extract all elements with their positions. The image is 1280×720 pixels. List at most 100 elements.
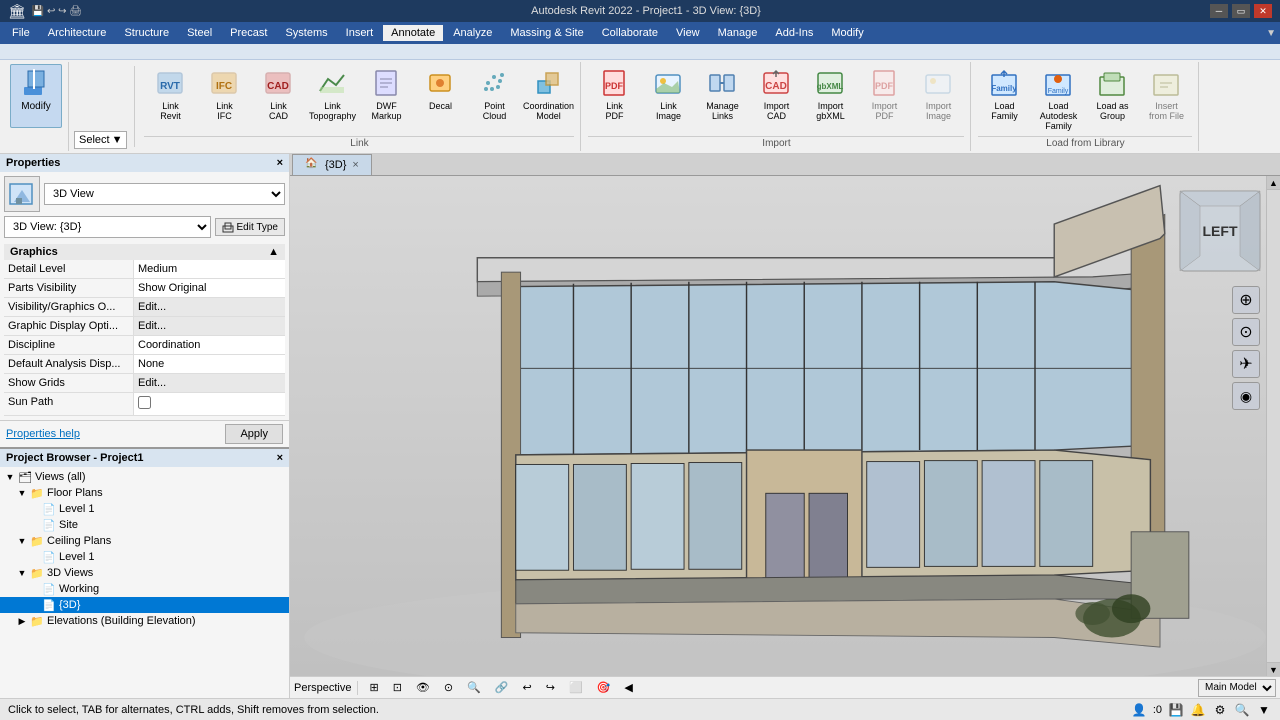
load-as-group-button[interactable]: Load asGroup xyxy=(1086,64,1138,128)
load-family-button[interactable]: Family LoadFamily xyxy=(978,64,1030,128)
section-collapse[interactable]: ▲ xyxy=(268,246,279,258)
decal-icon xyxy=(424,67,456,99)
link-cad-button[interactable]: CAD LinkCAD xyxy=(252,64,304,128)
bottom-icon-4[interactable]: ⊙ xyxy=(439,679,458,696)
browser-level1-plan[interactable]: ▶ 📄 Level 1 xyxy=(0,501,289,517)
menu-analyze[interactable]: Analyze xyxy=(445,25,500,41)
menu-precast[interactable]: Precast xyxy=(222,25,275,41)
status-icon-4[interactable]: 🔍 xyxy=(1234,702,1250,718)
viewport-canvas[interactable]: LEFT ⊕ ⊙ ✈ ◉ ▲ ▼ xyxy=(290,176,1280,676)
link-topography-button[interactable]: LinkTopography xyxy=(306,64,358,128)
menu-annotate[interactable]: Annotate xyxy=(383,25,443,41)
site-plan-label: Site xyxy=(59,519,78,531)
import-image-button[interactable]: ImportImage xyxy=(912,64,964,128)
status-icon-5[interactable]: ▼ xyxy=(1256,702,1272,718)
bottom-icon-11[interactable]: ◀ xyxy=(619,679,637,696)
orbit-button[interactable]: ⊕ xyxy=(1232,286,1260,314)
menu-view[interactable]: View xyxy=(668,25,708,41)
bottom-icon-1[interactable]: ⊞ xyxy=(364,679,383,696)
menu-collaborate[interactable]: Collaborate xyxy=(594,25,666,41)
modify-button[interactable]: Modify xyxy=(10,64,62,128)
prop-visibility-graphics[interactable]: Visibility/Graphics O... Edit... xyxy=(4,298,285,317)
link-ifc-button[interactable]: IFC LinkIFC xyxy=(198,64,250,128)
viewport-tab-3d[interactable]: 🏠 {3D} × xyxy=(292,154,372,175)
bottom-icon-9[interactable]: ⬜ xyxy=(564,679,588,696)
scroll-up-btn[interactable]: ▲ xyxy=(1267,176,1280,190)
browser-3d-active[interactable]: ▶ 📄 {3D} xyxy=(0,597,289,613)
scroll-thumb[interactable] xyxy=(1267,190,1280,662)
restore-button[interactable]: ▭ xyxy=(1232,4,1250,18)
dwf-markup-button[interactable]: DWFMarkup xyxy=(360,64,412,128)
status-icon-3[interactable]: ⚙ xyxy=(1212,702,1228,718)
link-image-button[interactable]: LinkImage xyxy=(642,64,694,128)
menu-addins[interactable]: Add-Ins xyxy=(767,25,821,41)
browser-floor-plans[interactable]: ▼ 📁 Floor Plans xyxy=(0,485,289,501)
menu-architecture[interactable]: Architecture xyxy=(40,25,115,41)
viewport-scrollbar[interactable]: ▲ ▼ xyxy=(1266,176,1280,676)
link-pdf-button[interactable]: PDF LinkPDF xyxy=(588,64,640,128)
sun-path-checkbox[interactable] xyxy=(138,396,151,409)
prop-show-grids[interactable]: Show Grids Edit... xyxy=(4,374,285,393)
prop-graphic-display[interactable]: Graphic Display Opti... Edit... xyxy=(4,317,285,336)
browser-elevations[interactable]: ▶ 📁 Elevations (Building Elevation) xyxy=(0,613,289,629)
browser-level1-ceiling[interactable]: ▶ 📄 Level 1 xyxy=(0,549,289,565)
import-gbxml-button[interactable]: gbXML ImportgbXML xyxy=(804,64,856,128)
svg-text:Family: Family xyxy=(992,84,1018,93)
bottom-icon-7[interactable]: ↩ xyxy=(518,679,537,696)
insert-from-file-button[interactable]: Insertfrom File xyxy=(1140,64,1192,128)
menu-structure[interactable]: Structure xyxy=(116,25,177,41)
render-button[interactable]: ◉ xyxy=(1232,382,1260,410)
properties-panel: Properties × 3D View 3D View: {3D} xyxy=(0,154,289,449)
pan-button[interactable]: ✈ xyxy=(1232,350,1260,378)
minimize-button[interactable]: ─ xyxy=(1210,4,1228,18)
bottom-icon-8[interactable]: ↪ xyxy=(541,679,560,696)
view-name-select[interactable]: 3D View: {3D} xyxy=(4,216,211,238)
browser-ceiling-plans[interactable]: ▼ 📁 Ceiling Plans xyxy=(0,533,289,549)
bottom-icon-3[interactable]: 👁 xyxy=(411,679,435,696)
model-select[interactable]: Main Model xyxy=(1198,679,1276,697)
browser-3d-views[interactable]: ▼ 📁 3D Views xyxy=(0,565,289,581)
view-cube[interactable]: LEFT xyxy=(1175,186,1265,276)
menu-modify[interactable]: Modify xyxy=(823,25,871,41)
3d-views-arrow: ▼ xyxy=(16,567,28,579)
menu-systems[interactable]: Systems xyxy=(277,25,335,41)
browser-content[interactable]: ▼ 🗂 Views (all) ▼ 📁 Floor Plans ▶ 📄 Leve… xyxy=(0,467,289,698)
status-icon-2[interactable]: 🔔 xyxy=(1190,702,1206,718)
import-cad-button[interactable]: CAD ImportCAD xyxy=(750,64,802,128)
viewport-tab-close[interactable]: × xyxy=(352,159,358,171)
link-revit-button[interactable]: RVT LinkRevit xyxy=(144,64,196,128)
menu-insert[interactable]: Insert xyxy=(338,25,382,41)
status-icon-1[interactable]: 💾 xyxy=(1168,702,1184,718)
menu-massing-site[interactable]: Massing & Site xyxy=(502,25,591,41)
manage-links-button[interactable]: ManageLinks xyxy=(696,64,748,128)
bottom-icon-2[interactable]: ⊡ xyxy=(388,679,407,696)
properties-close-btn[interactable]: × xyxy=(277,157,283,169)
coordination-model-button[interactable]: CoordinationModel xyxy=(522,64,574,128)
coordination-model-icon xyxy=(532,67,564,99)
close-button[interactable]: ✕ xyxy=(1254,4,1272,18)
bottom-icon-6[interactable]: 🔗 xyxy=(490,679,514,696)
bottom-icon-10[interactable]: 🎯 xyxy=(592,679,616,696)
apply-button[interactable]: Apply xyxy=(225,424,283,444)
point-cloud-button[interactable]: PointCloud xyxy=(468,64,520,128)
view-type-select[interactable]: 3D View xyxy=(44,183,285,205)
browser-site-plan[interactable]: ▶ 📄 Site xyxy=(0,517,289,533)
import-pdf-button[interactable]: PDF ImportPDF xyxy=(858,64,910,128)
menu-manage[interactable]: Manage xyxy=(710,25,766,41)
bottom-icon-5[interactable]: 🔍 xyxy=(462,679,486,696)
menu-steel[interactable]: Steel xyxy=(179,25,220,41)
title-bar-controls[interactable]: ─ ▭ ✕ xyxy=(1210,4,1272,18)
scroll-down-btn[interactable]: ▼ xyxy=(1267,662,1280,676)
browser-working[interactable]: ▶ 📄 Working xyxy=(0,581,289,597)
select-dropdown[interactable]: Select ▼ xyxy=(74,131,127,149)
3d-views-icon: 📁 xyxy=(30,566,44,580)
load-autodesk-family-button[interactable]: Family Load AutodeskFamily xyxy=(1032,64,1084,134)
menu-file[interactable]: File xyxy=(4,25,38,41)
zoom-button[interactable]: ⊙ xyxy=(1232,318,1260,346)
browser-views-all[interactable]: ▼ 🗂 Views (all) xyxy=(0,469,289,485)
edit-type-button[interactable]: Edit Type xyxy=(215,218,285,236)
browser-close-btn[interactable]: × xyxy=(277,452,283,464)
svg-text:PDF: PDF xyxy=(605,81,624,91)
decal-button[interactable]: Decal xyxy=(414,64,466,128)
properties-help-link[interactable]: Properties help xyxy=(6,428,80,440)
